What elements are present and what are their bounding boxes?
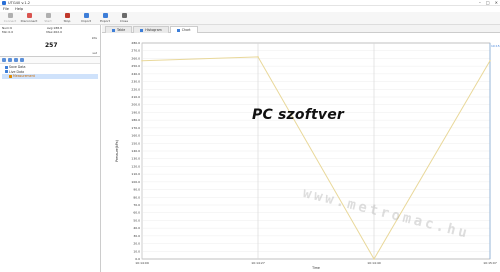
app-icon	[2, 0, 6, 5]
y-tick-label: 170.0	[131, 126, 140, 130]
y-tick-label: 20.0	[133, 242, 140, 246]
folder-icon	[5, 65, 8, 69]
y-tick-label: 100.0	[131, 180, 140, 184]
y-tick-label: 140.0	[131, 149, 140, 153]
y-tick-label: 180.0	[131, 118, 140, 122]
data-point	[257, 56, 259, 58]
tab-table[interactable]: Table	[105, 26, 133, 33]
import-icon	[83, 13, 89, 18]
tab-histogram[interactable]: Histogram	[133, 26, 169, 33]
data-point	[373, 258, 375, 260]
window-title: UTG40 v.1.2	[8, 0, 31, 5]
collapse-icon[interactable]	[8, 58, 12, 62]
y-tick-label: 160.0	[131, 134, 140, 138]
stop-button[interactable]: Stop	[59, 12, 75, 24]
start-button[interactable]: Start	[40, 12, 56, 24]
y-tick-label: 30.0	[133, 234, 140, 238]
y-tick-label: 200.0	[131, 103, 140, 107]
data-point	[489, 59, 491, 62]
disconnect-button[interactable]: Disconnect	[21, 12, 37, 24]
y-tick-label: 280.0	[131, 41, 140, 45]
delete-icon[interactable]	[20, 58, 24, 62]
y-tick-label: 60.0	[133, 211, 140, 215]
readout-panel: Num:6 Avg:188.8 Min:0.0 Max:262.0 kPa 25…	[0, 25, 100, 57]
tree-item-measurement[interactable]: Measurement	[2, 74, 98, 79]
left-panel: Num:6 Avg:188.8 Min:0.0 Max:262.0 kPa 25…	[0, 25, 101, 272]
y-tick-label: 220.0	[131, 87, 140, 91]
export-icon	[102, 13, 108, 18]
y-tick-label: 120.0	[131, 164, 140, 168]
histogram-icon	[140, 28, 144, 32]
y-tick-label: 70.0	[133, 203, 140, 207]
tab-chart[interactable]: Chart	[169, 26, 198, 33]
unplug-icon	[26, 13, 32, 18]
y-tick-label: 260.0	[131, 56, 140, 60]
data-point	[141, 59, 143, 62]
chart-area[interactable]: 0.0 10.0 20.0 30.0 40.0 50.0 60.0 70.0 80.0 90.0 1…	[102, 33, 500, 272]
y-tick-label: 210.0	[131, 95, 140, 99]
y-axis-label: Pressure(kPa)	[115, 140, 119, 162]
expand-icon[interactable]	[2, 58, 6, 62]
refresh-icon[interactable]	[14, 58, 18, 62]
connect-button[interactable]: Connect	[2, 12, 18, 24]
y-tick-label: 250.0	[131, 64, 140, 68]
export-button[interactable]: Export	[97, 12, 113, 24]
view-tabs: Table Histogram Chart	[102, 25, 500, 33]
y-tick-label: 130.0	[131, 157, 140, 161]
chart-icon	[176, 28, 180, 32]
table-icon	[112, 28, 115, 32]
cursor-label: 10:15:07 257.00 kPa	[491, 44, 500, 48]
y-tick-label: 230.0	[131, 80, 140, 84]
min-label: Min:0.0	[2, 30, 14, 34]
data-tree: Save Data Live Data Measurement	[0, 64, 100, 80]
max-label: Max:262.0	[46, 30, 62, 34]
y-tick-label: 270.0	[131, 49, 140, 53]
y-tick-label: 110.0	[131, 172, 140, 176]
menu-help[interactable]: Help	[15, 7, 23, 11]
x-axis-label: Time	[311, 266, 320, 270]
unit-label: kPa	[91, 36, 97, 40]
x-tick-label: 10:14:27	[251, 261, 265, 265]
toolbar: Connect Disconnect Start Stop Import Exp…	[0, 12, 500, 25]
current-value: 257	[45, 42, 58, 49]
y-tick-label: 150.0	[131, 141, 140, 145]
plug-icon	[7, 13, 13, 18]
right-panel: Table Histogram Chart 0.0 10.0 20.0 30.0 40.…	[102, 25, 500, 272]
x-tick-label: 10:15:07	[483, 261, 497, 265]
y-tick-label: 190.0	[131, 110, 140, 114]
close-button[interactable]: Close	[116, 12, 132, 24]
close-icon	[121, 13, 127, 18]
overlay-title: PC szoftver	[252, 107, 345, 123]
menu-file[interactable]: File	[3, 7, 9, 11]
set-label: set	[92, 51, 97, 55]
measurement-icon	[9, 74, 12, 78]
y-tick-label: 40.0	[133, 226, 140, 230]
folder-icon	[5, 70, 8, 74]
x-tick-label: 10:14:09	[135, 261, 149, 265]
y-tick-label: 80.0	[133, 195, 140, 199]
y-tick-label: 90.0	[133, 188, 140, 192]
x-tick-label: 10:14:40	[367, 261, 381, 265]
y-tick-label: 240.0	[131, 72, 140, 76]
pressure-chart[interactable]: 0.010.020.030.040.050.060.070.080.090.01…	[102, 33, 500, 272]
play-icon	[45, 13, 51, 18]
y-tick-label: 50.0	[133, 218, 140, 222]
stop-icon	[64, 13, 70, 18]
import-button[interactable]: Import	[78, 12, 94, 24]
y-tick-label: 10.0	[133, 249, 140, 253]
tree-toolbar	[0, 57, 100, 64]
